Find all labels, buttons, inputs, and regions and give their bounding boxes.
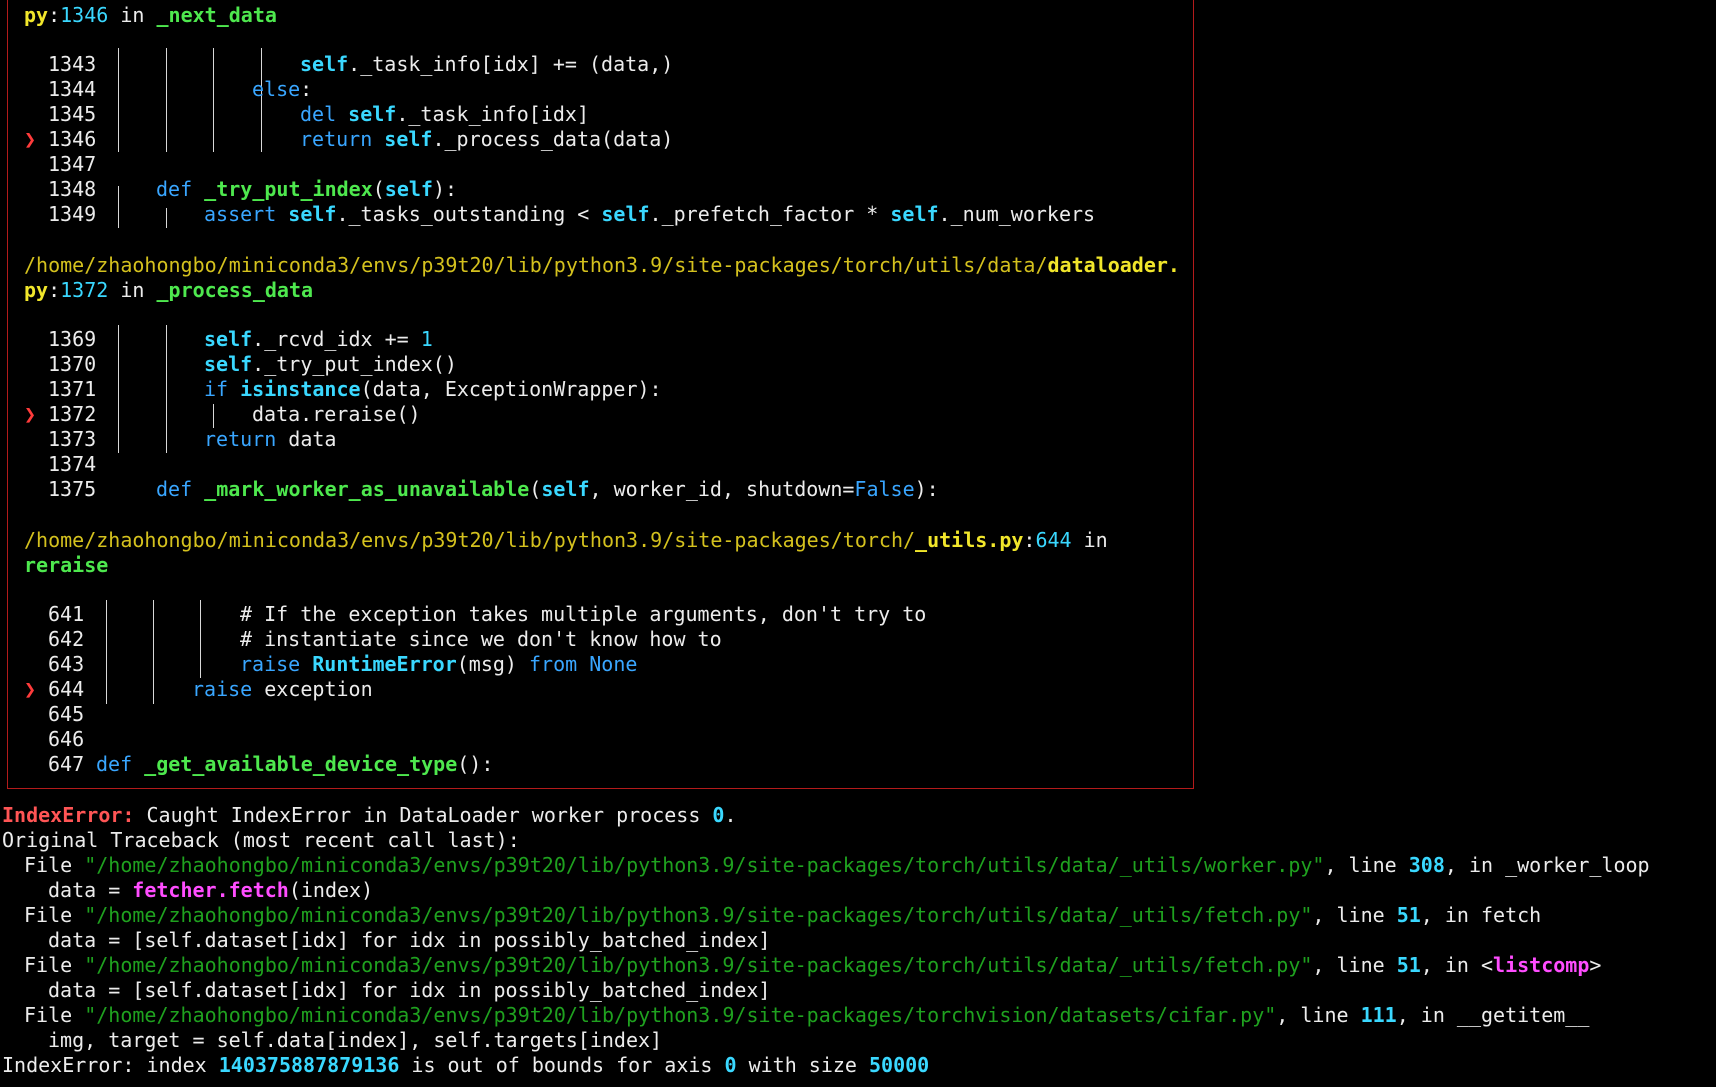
frame3-path: /home/zhaohongbo/miniconda3/envs/p39t20/… bbox=[24, 528, 1108, 552]
code-line-644-current: ❯ 644 raise exception bbox=[24, 677, 373, 701]
code-line-1345: 1345 del self._task_info[idx] bbox=[48, 102, 589, 126]
code-line-647: 647 def _get_available_device_type(): bbox=[48, 752, 494, 776]
code-line-1346-current: ❯ 1346 return self._process_data(data) bbox=[24, 127, 674, 151]
in-keyword: in bbox=[120, 3, 145, 27]
traceback-code-2: data = [self.dataset[idx] for idx in pos… bbox=[48, 928, 771, 952]
code-line-1347: 1347 bbox=[48, 152, 97, 176]
line-number: 1372 bbox=[60, 278, 109, 302]
error-type: IndexError: bbox=[2, 803, 135, 827]
file-path: "/home/zhaohongbo/miniconda3/envs/p39t20… bbox=[84, 853, 1325, 877]
file-name: dataloader. bbox=[1047, 253, 1180, 277]
traceback-code-4: img, target = self.data[index], self.tar… bbox=[48, 1028, 663, 1052]
file-path: "/home/zhaohongbo/miniconda3/envs/p39t20… bbox=[84, 1003, 1277, 1027]
indent-guide bbox=[166, 208, 167, 228]
line-number: 644 bbox=[1035, 528, 1072, 552]
traceback-code-1: data = fetcher.fetch(index) bbox=[48, 878, 374, 902]
current-line-marker: ❯ bbox=[24, 127, 37, 151]
frame1-location: py:1346 in _next_data bbox=[24, 3, 277, 27]
code-line-1375: 1375 def _mark_worker_as_unavailable(self… bbox=[48, 477, 939, 501]
final-error: IndexError: index 140375887879136 is out… bbox=[2, 1053, 930, 1077]
file-name: _utils.py bbox=[915, 528, 1024, 552]
current-line-marker: ❯ bbox=[24, 402, 37, 426]
code-line-1344: 1344 else: bbox=[48, 77, 313, 101]
file-path: /home/zhaohongbo/miniconda3/envs/p39t20/… bbox=[24, 528, 916, 552]
indent-guide bbox=[106, 600, 107, 704]
indent-guide bbox=[200, 600, 201, 678]
error-header: IndexError: Caught IndexError in DataLoa… bbox=[2, 803, 737, 827]
indent-guide bbox=[213, 404, 214, 428]
indent-guide bbox=[166, 325, 167, 453]
traceback-file-2: File "/home/zhaohongbo/miniconda3/envs/p… bbox=[24, 903, 1542, 927]
code-line-1369: 1369 self._rcvd_idx += 1 bbox=[48, 327, 433, 351]
line-number: 1346 bbox=[60, 3, 109, 27]
traceback-file-4: File "/home/zhaohongbo/miniconda3/envs/p… bbox=[24, 1003, 1590, 1027]
frame2-path: /home/zhaohongbo/miniconda3/envs/p39t20/… bbox=[24, 253, 1180, 277]
code-line-645: 645 bbox=[48, 702, 85, 726]
traceback-file-1: File "/home/zhaohongbo/miniconda3/envs/p… bbox=[24, 853, 1650, 877]
indent-guide bbox=[166, 48, 167, 152]
code-line-1370: 1370 self._try_put_index() bbox=[48, 352, 457, 376]
file-path: "/home/zhaohongbo/miniconda3/envs/p39t20… bbox=[84, 953, 1313, 977]
function-name: reraise bbox=[24, 553, 109, 577]
indent-guide bbox=[118, 186, 119, 228]
traceback-code-3: data = [self.dataset[idx] for idx in pos… bbox=[48, 978, 771, 1002]
file-name-tail: py bbox=[24, 3, 49, 27]
code-line-641: 641 # If the exception takes multiple arg… bbox=[48, 602, 927, 626]
indent-guide bbox=[153, 600, 154, 704]
original-traceback-header: Original Traceback (most recent call las… bbox=[2, 828, 520, 852]
traceback-file-3: File "/home/zhaohongbo/miniconda3/envs/p… bbox=[24, 953, 1602, 977]
code-line-1348: 1348 def _try_put_index(self): bbox=[48, 177, 458, 201]
code-line-1343: 1343 self._task_info[idx] += (data,) bbox=[48, 52, 674, 76]
code-line-1373: 1373 return data bbox=[48, 427, 337, 451]
code-line-1371: 1371 if isinstance(data, ExceptionWrapper… bbox=[48, 377, 662, 401]
frame3-location: reraise bbox=[24, 553, 108, 577]
indent-guide bbox=[118, 325, 119, 453]
code-line-646: 646 bbox=[48, 727, 85, 751]
code-line-643: 643 raise RuntimeError(msg) from None bbox=[48, 652, 638, 676]
code-line-642: 642 # instantiate since we don't know how… bbox=[48, 627, 722, 651]
code-line-1372-current: ❯ 1372 data.reraise() bbox=[24, 402, 421, 426]
function-name: _process_data bbox=[156, 278, 314, 302]
indent-guide bbox=[213, 48, 214, 152]
frame2-location: py:1372 in _process_data bbox=[24, 278, 314, 302]
function-name: _next_data bbox=[156, 3, 277, 27]
code-line-1349: 1349 assert self._tasks_outstanding < sel… bbox=[48, 202, 1096, 226]
indent-guide bbox=[118, 48, 119, 152]
file-path: /home/zhaohongbo/miniconda3/envs/p39t20/… bbox=[24, 253, 1048, 277]
file-path: "/home/zhaohongbo/miniconda3/envs/p39t20… bbox=[84, 903, 1313, 927]
code-line-1374: 1374 bbox=[48, 452, 97, 476]
current-line-marker: ❯ bbox=[24, 677, 37, 701]
